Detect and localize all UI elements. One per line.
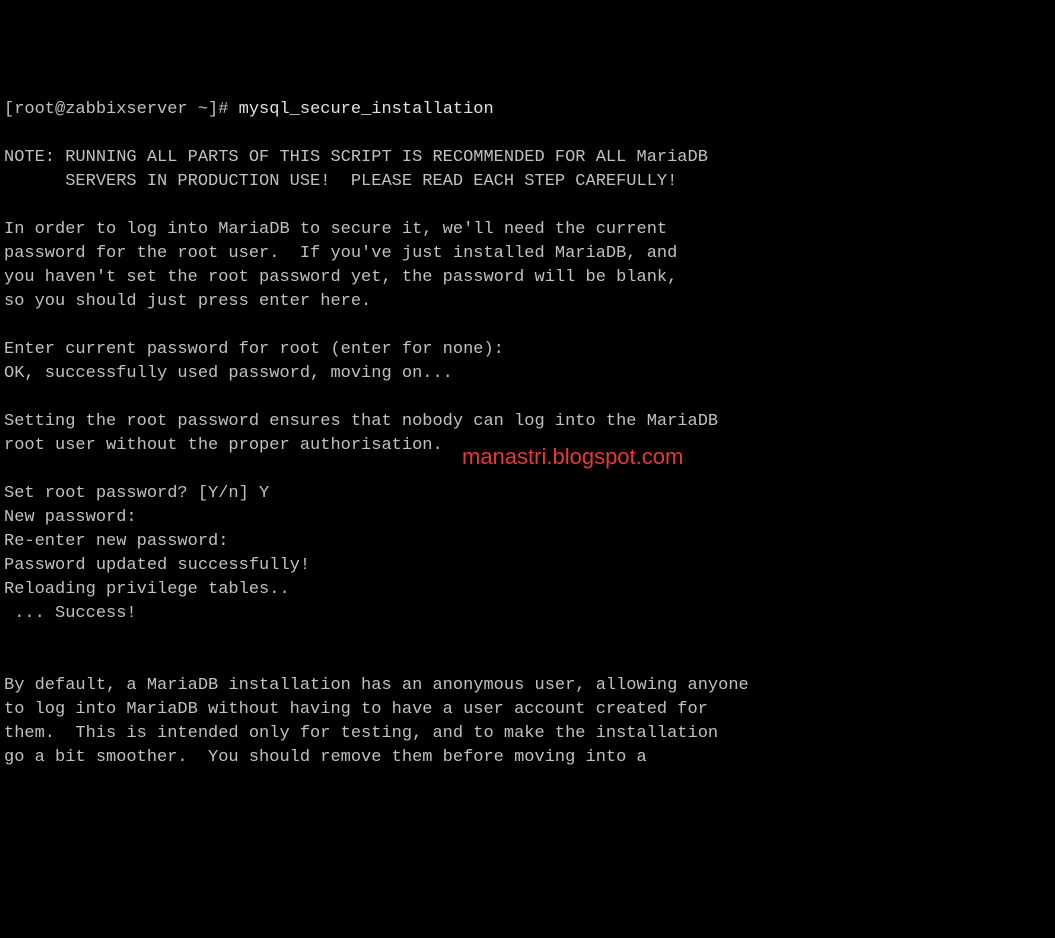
output-line: New password: [4, 508, 137, 527]
prompt-user-host: root@zabbixserver ~ [14, 100, 208, 119]
command-text: mysql_secure_installation [239, 100, 494, 119]
output-line: OK, successfully used password, moving o… [4, 364, 453, 383]
output-line: Password updated successfully! [4, 556, 310, 575]
prompt-open-bracket: [ [4, 100, 14, 119]
output-line: SERVERS IN PRODUCTION USE! PLEASE READ E… [4, 172, 677, 191]
output-line: Re-enter new password: [4, 532, 228, 551]
output-line: ... Success! [4, 604, 137, 623]
output-line: Reloading privilege tables.. [4, 580, 290, 599]
output-line: to log into MariaDB without having to ha… [4, 700, 708, 719]
output-line: Setting the root password ensures that n… [4, 412, 718, 431]
output-line: Enter current password for root (enter f… [4, 340, 504, 359]
output-line: root user without the proper authorisati… [4, 436, 443, 455]
output-line: them. This is intended only for testing,… [4, 724, 718, 743]
output-line: go a bit smoother. You should remove the… [4, 748, 647, 767]
output-line: In order to log into MariaDB to secure i… [4, 220, 667, 239]
output-line: so you should just press enter here. [4, 292, 371, 311]
output-line: Set root password? [Y/n] Y [4, 484, 269, 503]
output-line: you haven't set the root password yet, t… [4, 268, 677, 287]
watermark-text: manastri.blogspot.com [462, 445, 683, 469]
prompt-close-bracket: ]# [208, 100, 228, 119]
output-line: password for the root user. If you've ju… [4, 244, 677, 263]
output-line: NOTE: RUNNING ALL PARTS OF THIS SCRIPT I… [4, 148, 708, 167]
terminal-output: [root@zabbixserver ~]# mysql_secure_inst… [4, 98, 1051, 770]
